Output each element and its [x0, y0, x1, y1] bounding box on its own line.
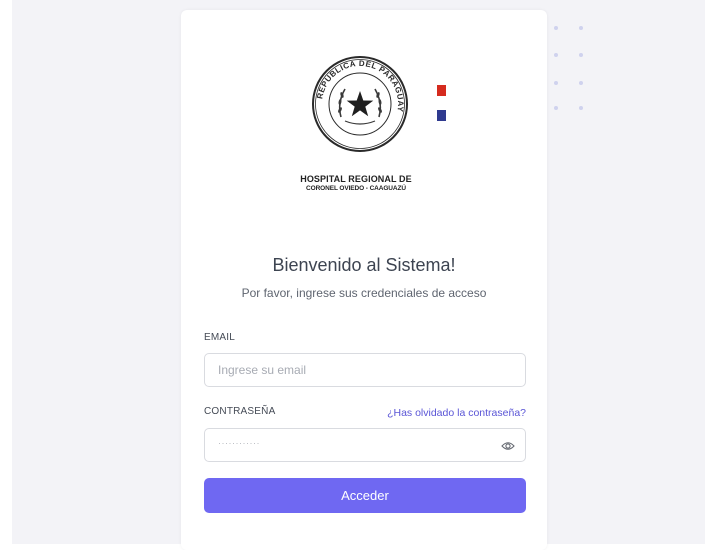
email-label: EMAIL [204, 332, 236, 343]
welcome-title: Bienvenido al Sistema! [272, 255, 456, 275]
login-card: REPUBLICA DEL PARAGUAY HOSPITAL REGIONAL… [181, 10, 547, 550]
password-label: CONTRASEÑA [204, 406, 276, 417]
decor-dot [579, 106, 583, 110]
decor-dot [579, 53, 583, 57]
flag-red-block [437, 85, 446, 96]
seal-emblem: REPUBLICA DEL PARAGUAY [312, 56, 408, 152]
decor-dot [554, 26, 558, 30]
decorative-dot-grid [552, 24, 592, 114]
hospital-name-line1: HOSPITAL REGIONAL DE [300, 174, 412, 184]
flag-blue-block [437, 110, 446, 121]
decor-dot [579, 81, 583, 85]
hospital-name-line2: CORONEL OVIEDO - CAAGUAZÚ [306, 185, 406, 192]
decor-dot [579, 26, 583, 30]
decor-dot [554, 53, 558, 57]
hospital-name: HOSPITAL REGIONAL DE CORONEL OVIEDO - CA… [281, 174, 431, 192]
decor-dot [554, 106, 558, 110]
forgot-password-link[interactable]: ¿Has olvidado la contraseña? [387, 407, 526, 419]
eye-icon[interactable] [501, 439, 515, 451]
password-value: ············ [218, 438, 260, 448]
paraguay-seal-logo: REPUBLICA DEL PARAGUAY [311, 55, 409, 153]
password-field[interactable]: ············ [204, 428, 526, 462]
email-placeholder: Ingrese su email [218, 363, 307, 377]
decor-dot [554, 81, 558, 85]
welcome-subtitle: Por favor, ingrese sus credenciales de a… [241, 286, 487, 300]
email-field[interactable]: Ingrese su email [204, 353, 526, 387]
login-submit-button[interactable]: Acceder [204, 478, 526, 513]
